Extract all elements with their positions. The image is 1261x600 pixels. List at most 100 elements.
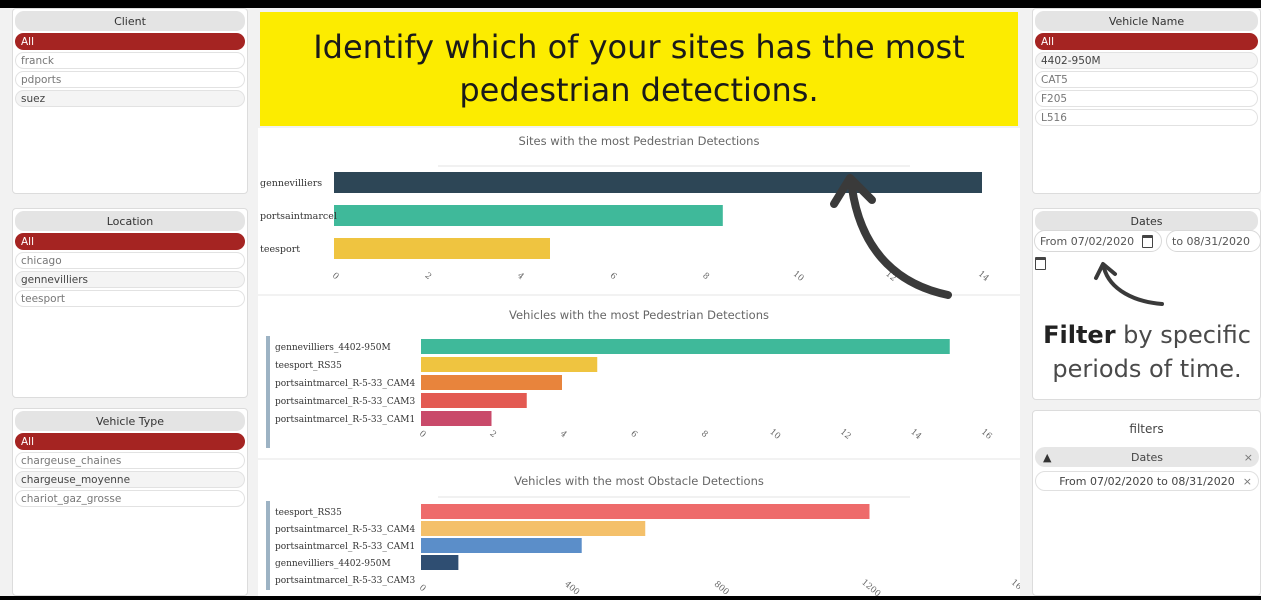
bar — [334, 238, 550, 259]
filter-value-text: From 07/02/2020 to 08/31/2020 — [1059, 474, 1235, 488]
tick-label: 4 — [558, 429, 569, 440]
tick-label: 10 — [767, 427, 782, 442]
location-option-teesport[interactable]: teesport — [15, 290, 245, 307]
category-label: gennevilliers_4402-950M — [275, 343, 391, 353]
filter-annotation: Filter by specific periods of time. — [1036, 318, 1258, 386]
location-filter-title: Location — [15, 211, 245, 231]
vehicle-type-option-chargeuse-chaines[interactable]: chargeuse_chaines — [15, 452, 245, 469]
tick-label: 2 — [423, 271, 434, 282]
tick-label: 800 — [712, 579, 731, 596]
date-from-value: 07/02/2020 — [1070, 234, 1135, 248]
remove-filter-icon[interactable]: × — [1243, 475, 1252, 488]
bar — [421, 411, 492, 426]
category-label: gennevilliers — [260, 178, 322, 189]
vehicle-name-filter-panel: Vehicle Name All 4402-950M CAT5 F205 L51… — [1032, 8, 1261, 194]
bar — [421, 538, 582, 553]
vehicles-pedestrian-chart: Vehicles with the most Pedestrian Detect… — [258, 296, 1020, 458]
category-label: teesport_RS35 — [275, 361, 342, 371]
client-filter-title: Client — [15, 11, 245, 31]
date-to-label: to — [1172, 234, 1184, 248]
date-to-value: 08/31/2020 — [1186, 234, 1250, 248]
tick-label: 4 — [515, 271, 526, 282]
instruction-banner-text: Identify which of your sites has the mos… — [313, 28, 965, 109]
active-filters-panel: filters ▲ Dates × From 07/02/2020 to 08/… — [1032, 410, 1261, 596]
tick-label: 8 — [700, 271, 711, 282]
vehicle-name-option-4402-950m[interactable]: 4402-950M — [1035, 52, 1258, 69]
chart-title: Sites with the most Pedestrian Detection… — [518, 134, 760, 148]
vehicle-type-filter-title: Vehicle Type — [15, 411, 245, 431]
vehicle-type-option-chargeuse-moyenne[interactable]: chargeuse_moyenne — [15, 471, 245, 488]
dates-filter-title: Dates — [1035, 211, 1258, 231]
category-label: portsaintmarcel_R-5-33_CAM3 — [275, 576, 415, 586]
client-option-all[interactable]: All — [15, 33, 245, 50]
bar — [421, 393, 527, 408]
client-filter-panel: Client All franck pdports suez — [12, 8, 248, 194]
tick-label: 14 — [908, 427, 923, 442]
chart-scroll-indicator — [266, 336, 270, 448]
tick-label: 0 — [417, 429, 428, 440]
tick-label: 12 — [838, 427, 853, 442]
dashboard: Client All franck pdports suez Location … — [0, 8, 1261, 599]
instruction-banner: Identify which of your sites has the mos… — [260, 12, 1018, 126]
category-label: gennevilliers_4402-950M — [275, 559, 391, 569]
filter-annotation-bold: Filter — [1043, 321, 1116, 349]
location-option-all[interactable]: All — [15, 233, 245, 250]
date-to-field[interactable]: to 08/31/2020 — [1166, 230, 1261, 252]
vehicle-type-filter-panel: Vehicle Type All chargeuse_chaines charg… — [12, 408, 248, 596]
client-option-franck[interactable]: franck — [15, 52, 245, 69]
tick-label: 0 — [417, 583, 428, 594]
bar — [421, 555, 459, 570]
vehicle-name-option-f205[interactable]: F205 — [1035, 90, 1258, 107]
vehicle-name-option-l516[interactable]: L516 — [1035, 109, 1258, 126]
tick-label: 16 — [979, 427, 994, 442]
vehicle-name-option-cat5[interactable]: CAT5 — [1035, 71, 1258, 88]
tick-label: 0 — [330, 271, 341, 282]
active-filters-title: filters — [1129, 422, 1164, 436]
category-label: portsaintmarcel_R-5-33_CAM3 — [275, 397, 415, 407]
vehicle-name-option-all[interactable]: All — [1035, 33, 1258, 50]
bar — [421, 375, 562, 390]
vehicle-name-filter-title: Vehicle Name — [1035, 11, 1258, 31]
calendar-icon[interactable] — [1142, 234, 1154, 248]
category-label: portsaintmarcel_R-5-33_CAM1 — [275, 415, 415, 425]
tick-label: 10 — [791, 269, 806, 284]
category-label: portsaintmarcel_R-5-33_CAM4 — [275, 525, 415, 535]
bar — [421, 339, 950, 354]
tick-label: 6 — [608, 271, 619, 282]
category-label: portsaintmarcel — [260, 211, 337, 222]
client-option-suez[interactable]: suez — [15, 90, 245, 107]
tick-label: 8 — [699, 429, 710, 440]
location-option-chicago[interactable]: chicago — [15, 252, 245, 269]
filter-group-dates[interactable]: ▲ Dates × — [1035, 447, 1259, 467]
annotation-arrow-icon — [830, 174, 952, 299]
location-filter-panel: Location All chicago gennevilliers teesp… — [12, 208, 248, 398]
filter-group-label: Dates — [1130, 450, 1164, 464]
tick-label: 400 — [562, 579, 581, 596]
calendar-icon[interactable] — [1035, 257, 1046, 270]
remove-filter-group-icon[interactable]: × — [1244, 451, 1253, 464]
tick-label: 1200 — [859, 578, 882, 596]
filter-value-chip[interactable]: From 07/02/2020 to 08/31/2020 × — [1035, 471, 1259, 491]
date-from-label: From — [1040, 234, 1068, 248]
tick-label: 14 — [976, 269, 991, 284]
date-from-field[interactable]: From 07/02/2020 — [1034, 230, 1162, 252]
category-label: teesport — [260, 244, 300, 255]
bar — [334, 205, 723, 226]
bar — [421, 521, 646, 536]
bar — [421, 504, 870, 519]
category-label: portsaintmarcel_R-5-33_CAM1 — [275, 542, 415, 552]
tick-label: 6 — [628, 429, 639, 440]
client-option-pdports[interactable]: pdports — [15, 71, 245, 88]
vehicle-type-option-chariot-gaz-grosse[interactable]: chariot_gaz_grosse — [15, 490, 245, 507]
chart-title: Vehicles with the most Obstacle Detectio… — [514, 474, 764, 488]
vehicle-type-option-all[interactable]: All — [15, 433, 245, 450]
annotation-arrow-icon — [1094, 262, 1164, 306]
category-label: teesport_RS35 — [275, 508, 342, 518]
chart-title: Vehicles with the most Pedestrian Detect… — [509, 308, 769, 322]
category-label: portsaintmarcel_R-5-33_CAM4 — [275, 379, 415, 389]
tick-label: 2 — [487, 429, 498, 440]
location-option-gennevilliers[interactable]: gennevilliers — [15, 271, 245, 288]
bar — [421, 357, 598, 372]
chart-scroll-indicator — [266, 501, 270, 590]
vehicles-obstacle-chart: Vehicles with the most Obstacle Detectio… — [258, 460, 1032, 599]
